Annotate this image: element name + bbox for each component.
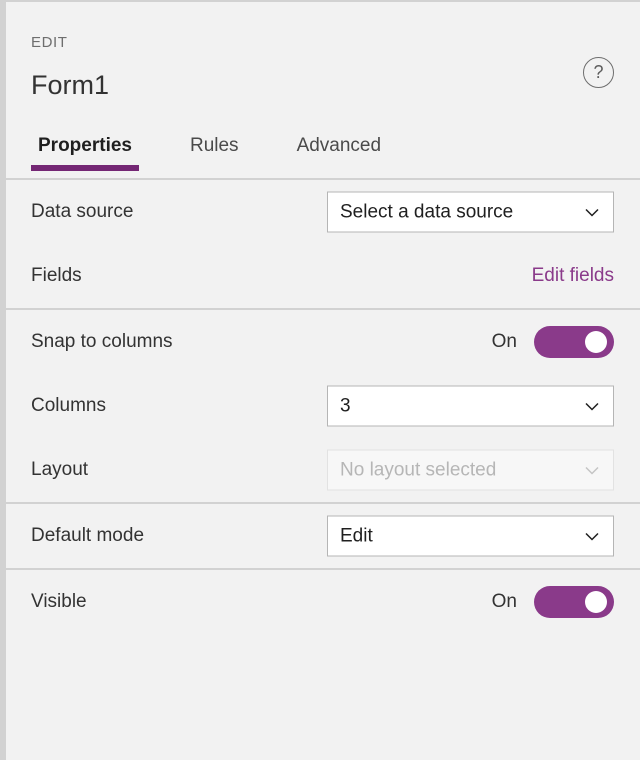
row-control-default-mode: Edit: [327, 515, 614, 557]
columns-dropdown[interactable]: 3: [327, 385, 614, 427]
toggle-knob: [585, 331, 607, 353]
row-label-snap-to-columns: Snap to columns: [31, 331, 173, 352]
row-label-data-source: Data source: [31, 201, 134, 222]
page-title: Form1: [31, 70, 110, 100]
row-control-layout: No layout selected: [327, 449, 614, 491]
row-control-data-source: Select a data source: [327, 191, 614, 233]
help-circle-icon[interactable]: ?: [583, 57, 614, 88]
row-snap-to-columns: Snap to columns On: [6, 310, 640, 374]
row-label-fields: Fields: [31, 265, 82, 286]
row-control-visible: On: [492, 586, 614, 618]
row-label-columns: Columns: [31, 395, 106, 416]
properties-panel: EDIT Form1 ? Properties Rules Advanced D…: [0, 0, 640, 760]
layout-dropdown: No layout selected: [327, 449, 614, 491]
toggle-knob: [585, 591, 607, 613]
tab-bar: Properties Rules Advanced: [31, 135, 388, 171]
columns-value: 3: [340, 395, 351, 416]
chevron-down-icon: [583, 203, 601, 221]
chevron-down-icon: [583, 527, 601, 545]
default-mode-dropdown[interactable]: Edit: [327, 515, 614, 557]
section-default-mode: Default mode Edit: [6, 504, 640, 568]
tab-rules[interactable]: Rules: [183, 135, 246, 171]
chevron-down-icon: [583, 461, 601, 479]
visible-toggle[interactable]: [534, 586, 614, 618]
snap-to-columns-toggle[interactable]: [534, 326, 614, 358]
tab-advanced[interactable]: Advanced: [290, 135, 389, 171]
row-label-default-mode: Default mode: [31, 525, 145, 546]
section-columns: Snap to columns On Columns 3 Layout No l…: [6, 310, 640, 502]
snap-to-columns-state-label: On: [491, 331, 517, 352]
row-control-snap-to-columns: On: [492, 326, 614, 358]
row-layout: Layout No layout selected: [6, 438, 640, 502]
visible-toggle-wrap: On: [492, 586, 614, 618]
row-data-source: Data source Select a data source: [6, 180, 640, 244]
panel-eyebrow: EDIT: [31, 34, 68, 51]
panel-header: EDIT Form1 ? Properties Rules Advanced: [6, 2, 640, 178]
layout-value: No layout selected: [340, 459, 497, 480]
tab-properties[interactable]: Properties: [31, 135, 139, 171]
row-default-mode: Default mode Edit: [6, 504, 640, 568]
row-fields: Fields Edit fields: [6, 244, 640, 308]
row-columns: Columns 3: [6, 374, 640, 438]
row-control-fields: Edit fields: [532, 265, 614, 287]
edit-fields-link[interactable]: Edit fields: [532, 265, 614, 287]
row-label-visible: Visible: [31, 591, 87, 612]
default-mode-value: Edit: [340, 525, 373, 546]
section-visible: Visible On: [6, 570, 640, 634]
section-data: Data source Select a data source Fields …: [6, 180, 640, 308]
chevron-down-icon: [583, 397, 601, 415]
data-source-dropdown[interactable]: Select a data source: [327, 191, 614, 233]
row-visible: Visible On: [6, 570, 640, 634]
data-source-value: Select a data source: [340, 201, 514, 222]
help-icon-glyph: ?: [593, 62, 604, 82]
visible-state-label: On: [491, 591, 517, 612]
snap-to-columns-toggle-wrap: On: [492, 326, 614, 358]
row-control-columns: 3: [327, 385, 614, 427]
row-label-layout: Layout: [31, 459, 89, 480]
